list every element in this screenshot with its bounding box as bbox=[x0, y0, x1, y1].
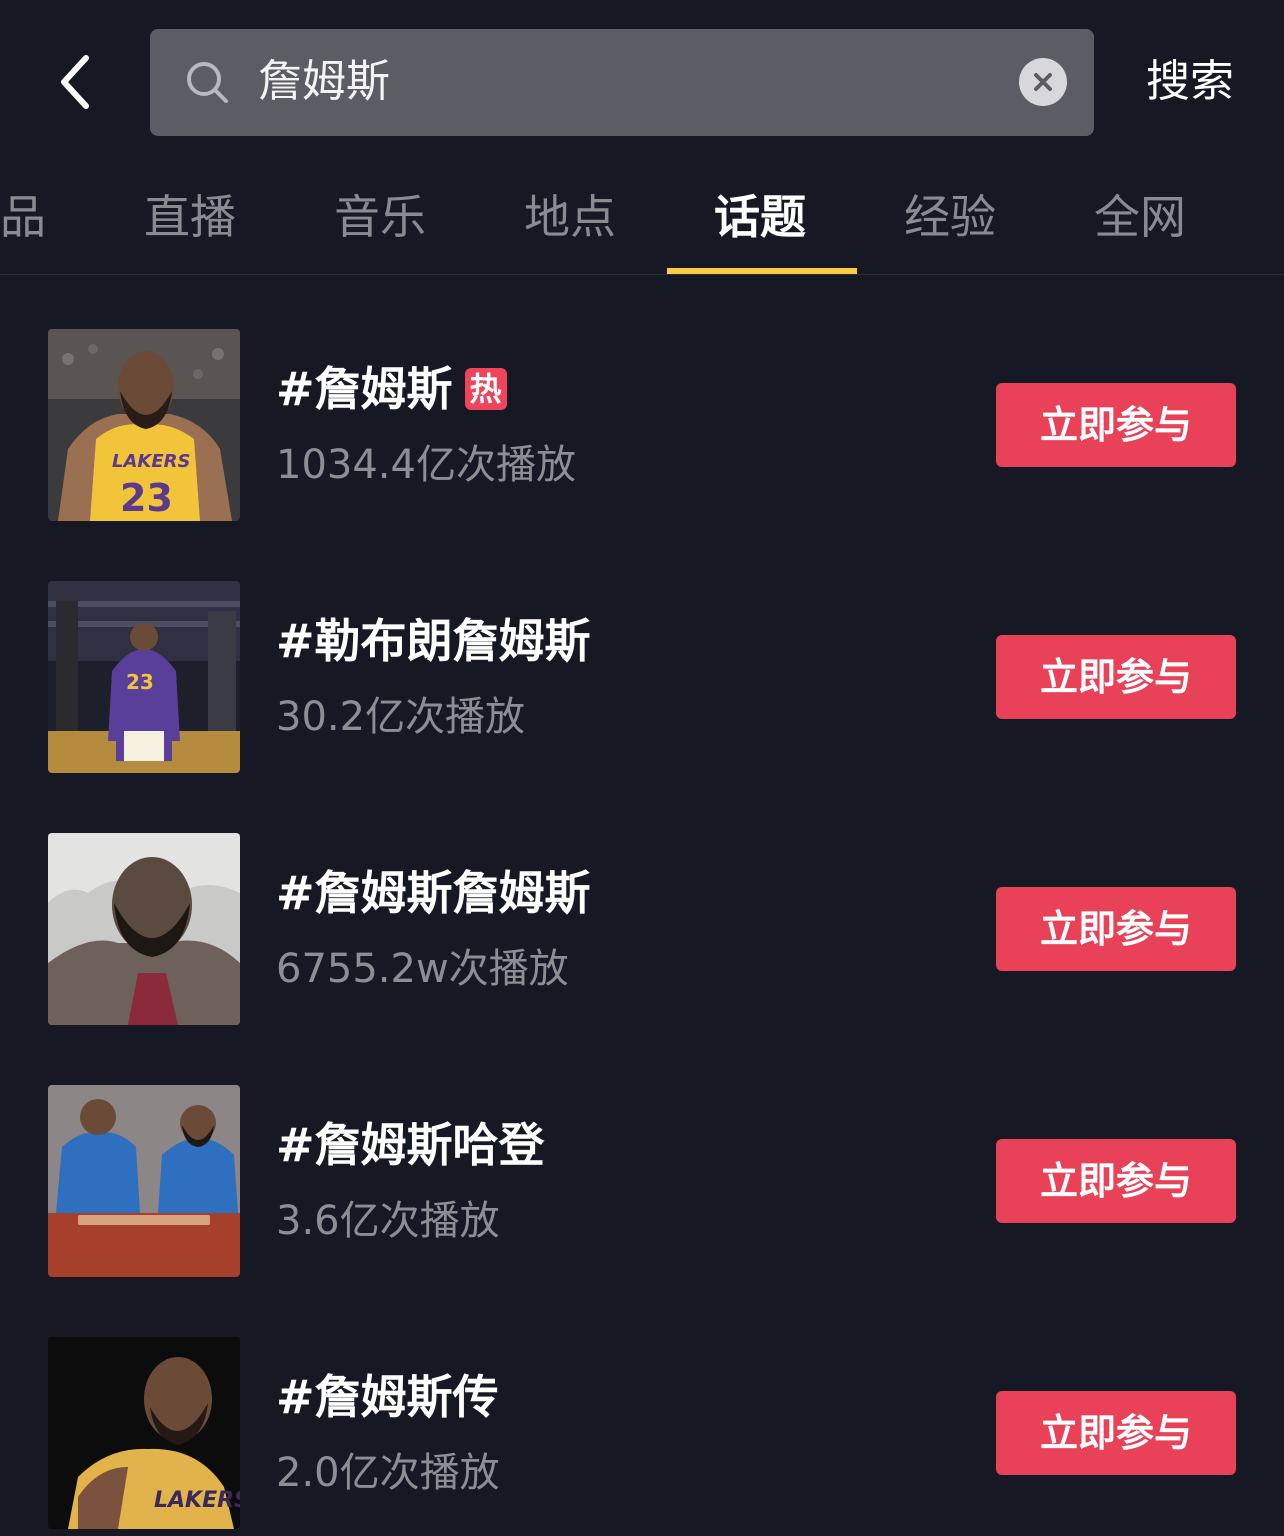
svg-text:23: 23 bbox=[126, 670, 154, 694]
topic-title: #詹姆斯热 bbox=[276, 357, 507, 421]
search-header: 詹姆斯 搜索 bbox=[0, 0, 1284, 160]
clear-search-button[interactable] bbox=[1019, 58, 1067, 106]
tab-music[interactable]: 音乐 bbox=[310, 182, 450, 252]
topic-row[interactable]: #詹姆斯哈登 3.6亿次播放 立即参与 bbox=[0, 1085, 1284, 1277]
join-topic-button[interactable]: 立即参与 bbox=[996, 887, 1236, 971]
topic-thumbnail bbox=[48, 1085, 240, 1277]
topic-row[interactable]: 23 #勒布朗詹姆斯 30.2亿次播放 立即参与 bbox=[0, 581, 1284, 773]
topic-play-count: 30.2亿次播放 bbox=[276, 694, 526, 740]
join-topic-button[interactable]: 立即参与 bbox=[996, 635, 1236, 719]
topic-row[interactable]: LAKERS 23 #詹姆斯热 1034.4亿次播放 立即参与 bbox=[0, 329, 1284, 521]
join-topic-button[interactable]: 立即参与 bbox=[996, 383, 1236, 467]
topic-title: #詹姆斯传 bbox=[276, 1370, 499, 1424]
search-input[interactable]: 詹姆斯 bbox=[258, 50, 978, 114]
svg-text:LAKERS: LAKERS bbox=[112, 451, 190, 472]
topic-thumbnail: LAKERS bbox=[48, 1337, 240, 1529]
tab-topics[interactable]: 话题 bbox=[690, 182, 830, 252]
topic-row[interactable]: #詹姆斯詹姆斯 6755.2w次播放 立即参与 bbox=[0, 833, 1284, 1025]
join-topic-button[interactable]: 立即参与 bbox=[996, 1391, 1236, 1475]
topic-title: #勒布朗詹姆斯 bbox=[276, 614, 591, 668]
svg-text:LAKERS: LAKERS bbox=[154, 1488, 240, 1513]
hot-badge: 热 bbox=[464, 367, 507, 410]
search-results-screen: 詹姆斯 搜索 品 直播 音乐 地点 话题 经验 全网 LAKERS 23 #詹姆… bbox=[0, 0, 1284, 1536]
tab-live[interactable]: 直播 bbox=[120, 182, 260, 252]
close-icon bbox=[1034, 73, 1052, 91]
topic-title-text: #詹姆斯 bbox=[276, 362, 453, 416]
topic-play-count: 6755.2w次播放 bbox=[276, 946, 569, 992]
topic-play-count: 1034.4亿次播放 bbox=[276, 442, 576, 488]
topic-row[interactable]: LAKERS #詹姆斯传 2.0亿次播放 立即参与 bbox=[0, 1337, 1284, 1529]
topic-title: #詹姆斯哈登 bbox=[276, 1118, 545, 1172]
search-icon bbox=[187, 62, 228, 103]
search-submit-button[interactable]: 搜索 bbox=[1130, 50, 1250, 114]
back-button[interactable] bbox=[46, 52, 106, 112]
svg-text:23: 23 bbox=[120, 476, 173, 520]
category-tabs: 品 直播 音乐 地点 话题 经验 全网 bbox=[0, 160, 1284, 275]
active-tab-indicator bbox=[667, 268, 857, 274]
tab-web[interactable]: 全网 bbox=[1070, 182, 1210, 252]
topic-thumbnail: 23 bbox=[48, 581, 240, 773]
topic-thumbnail: LAKERS 23 bbox=[48, 329, 240, 521]
tab-location[interactable]: 地点 bbox=[500, 182, 640, 252]
topic-play-count: 2.0亿次播放 bbox=[276, 1450, 500, 1496]
topic-thumbnail bbox=[48, 833, 240, 1025]
join-topic-button[interactable]: 立即参与 bbox=[996, 1139, 1236, 1223]
chevron-left-icon bbox=[61, 55, 89, 109]
topic-title: #詹姆斯詹姆斯 bbox=[276, 866, 591, 920]
topic-play-count: 3.6亿次播放 bbox=[276, 1198, 500, 1244]
tab-experience[interactable]: 经验 bbox=[880, 182, 1020, 252]
tab-works[interactable]: 品 bbox=[0, 182, 50, 252]
